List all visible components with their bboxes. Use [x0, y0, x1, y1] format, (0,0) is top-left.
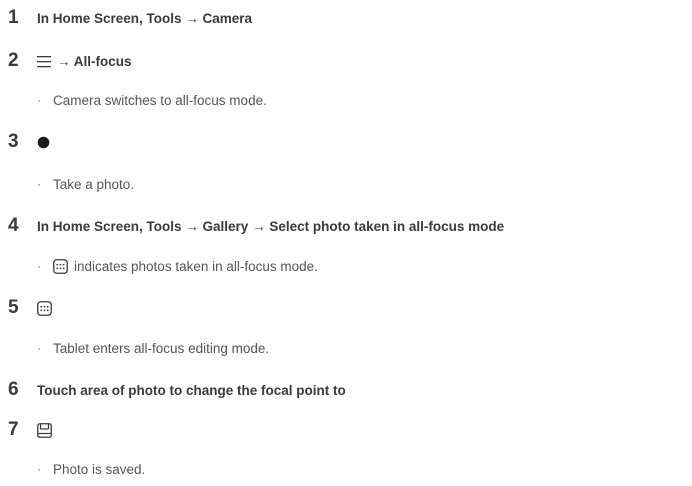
note-text: Photo is saved.: [53, 461, 146, 477]
save-icon: [37, 422, 52, 438]
note-text: Tablet enters all-focus editing mode.: [53, 340, 270, 356]
step-5: 5: [0, 296, 692, 320]
all-focus-icon: [53, 258, 68, 274]
step-4-note: · indicates photos taken in all-focus mo…: [0, 254, 692, 278]
step-text: In Home Screen, Tools → Camera: [37, 10, 253, 26]
bullet: ·: [37, 341, 41, 355]
note-text: Camera switches to all-focus mode.: [53, 92, 267, 108]
step-6: 6 Touch area of photo to change the foca…: [0, 378, 692, 402]
note-text: indicates photos taken in all-focus mode…: [74, 258, 318, 274]
step-text: Touch area of photo to change the focal …: [37, 382, 346, 398]
step-number: 3: [8, 131, 19, 152]
step-2: 2 → All-focus: [0, 49, 692, 73]
bullet: ·: [37, 93, 41, 107]
step-3-note: · Take a photo.: [0, 172, 692, 196]
step-number: 7: [8, 419, 19, 440]
all-focus-icon: [37, 300, 52, 316]
step-text: In Home Screen, Tools → Gallery → Select…: [37, 218, 505, 234]
step-3: 3: [0, 130, 692, 154]
instruction-document: 1 In Home Screen, Tools → Camera 2 → All…: [0, 0, 692, 486]
step-7-note: · Photo is saved.: [0, 457, 692, 481]
step-5-note: · Tablet enters all-focus editing mode.: [0, 336, 692, 360]
step-number: 5: [8, 297, 19, 318]
step-4: 4 In Home Screen, Tools → Gallery → Sele…: [0, 214, 692, 238]
bullet: ·: [37, 259, 41, 273]
step-number: 4: [8, 215, 19, 236]
step-1: 1 In Home Screen, Tools → Camera: [0, 6, 692, 30]
step-number: 6: [8, 379, 19, 400]
menu-icon: [37, 55, 51, 68]
step-number: 2: [8, 50, 19, 71]
bullet: ·: [37, 177, 41, 191]
shutter-icon: [37, 136, 50, 149]
step-number: 1: [8, 7, 19, 28]
step-text: → All-focus: [57, 53, 132, 69]
bullet: ·: [37, 462, 41, 476]
note-text: Take a photo.: [53, 176, 135, 192]
step-2-note: · Camera switches to all-focus mode.: [0, 88, 692, 112]
step-7: 7: [0, 418, 692, 442]
